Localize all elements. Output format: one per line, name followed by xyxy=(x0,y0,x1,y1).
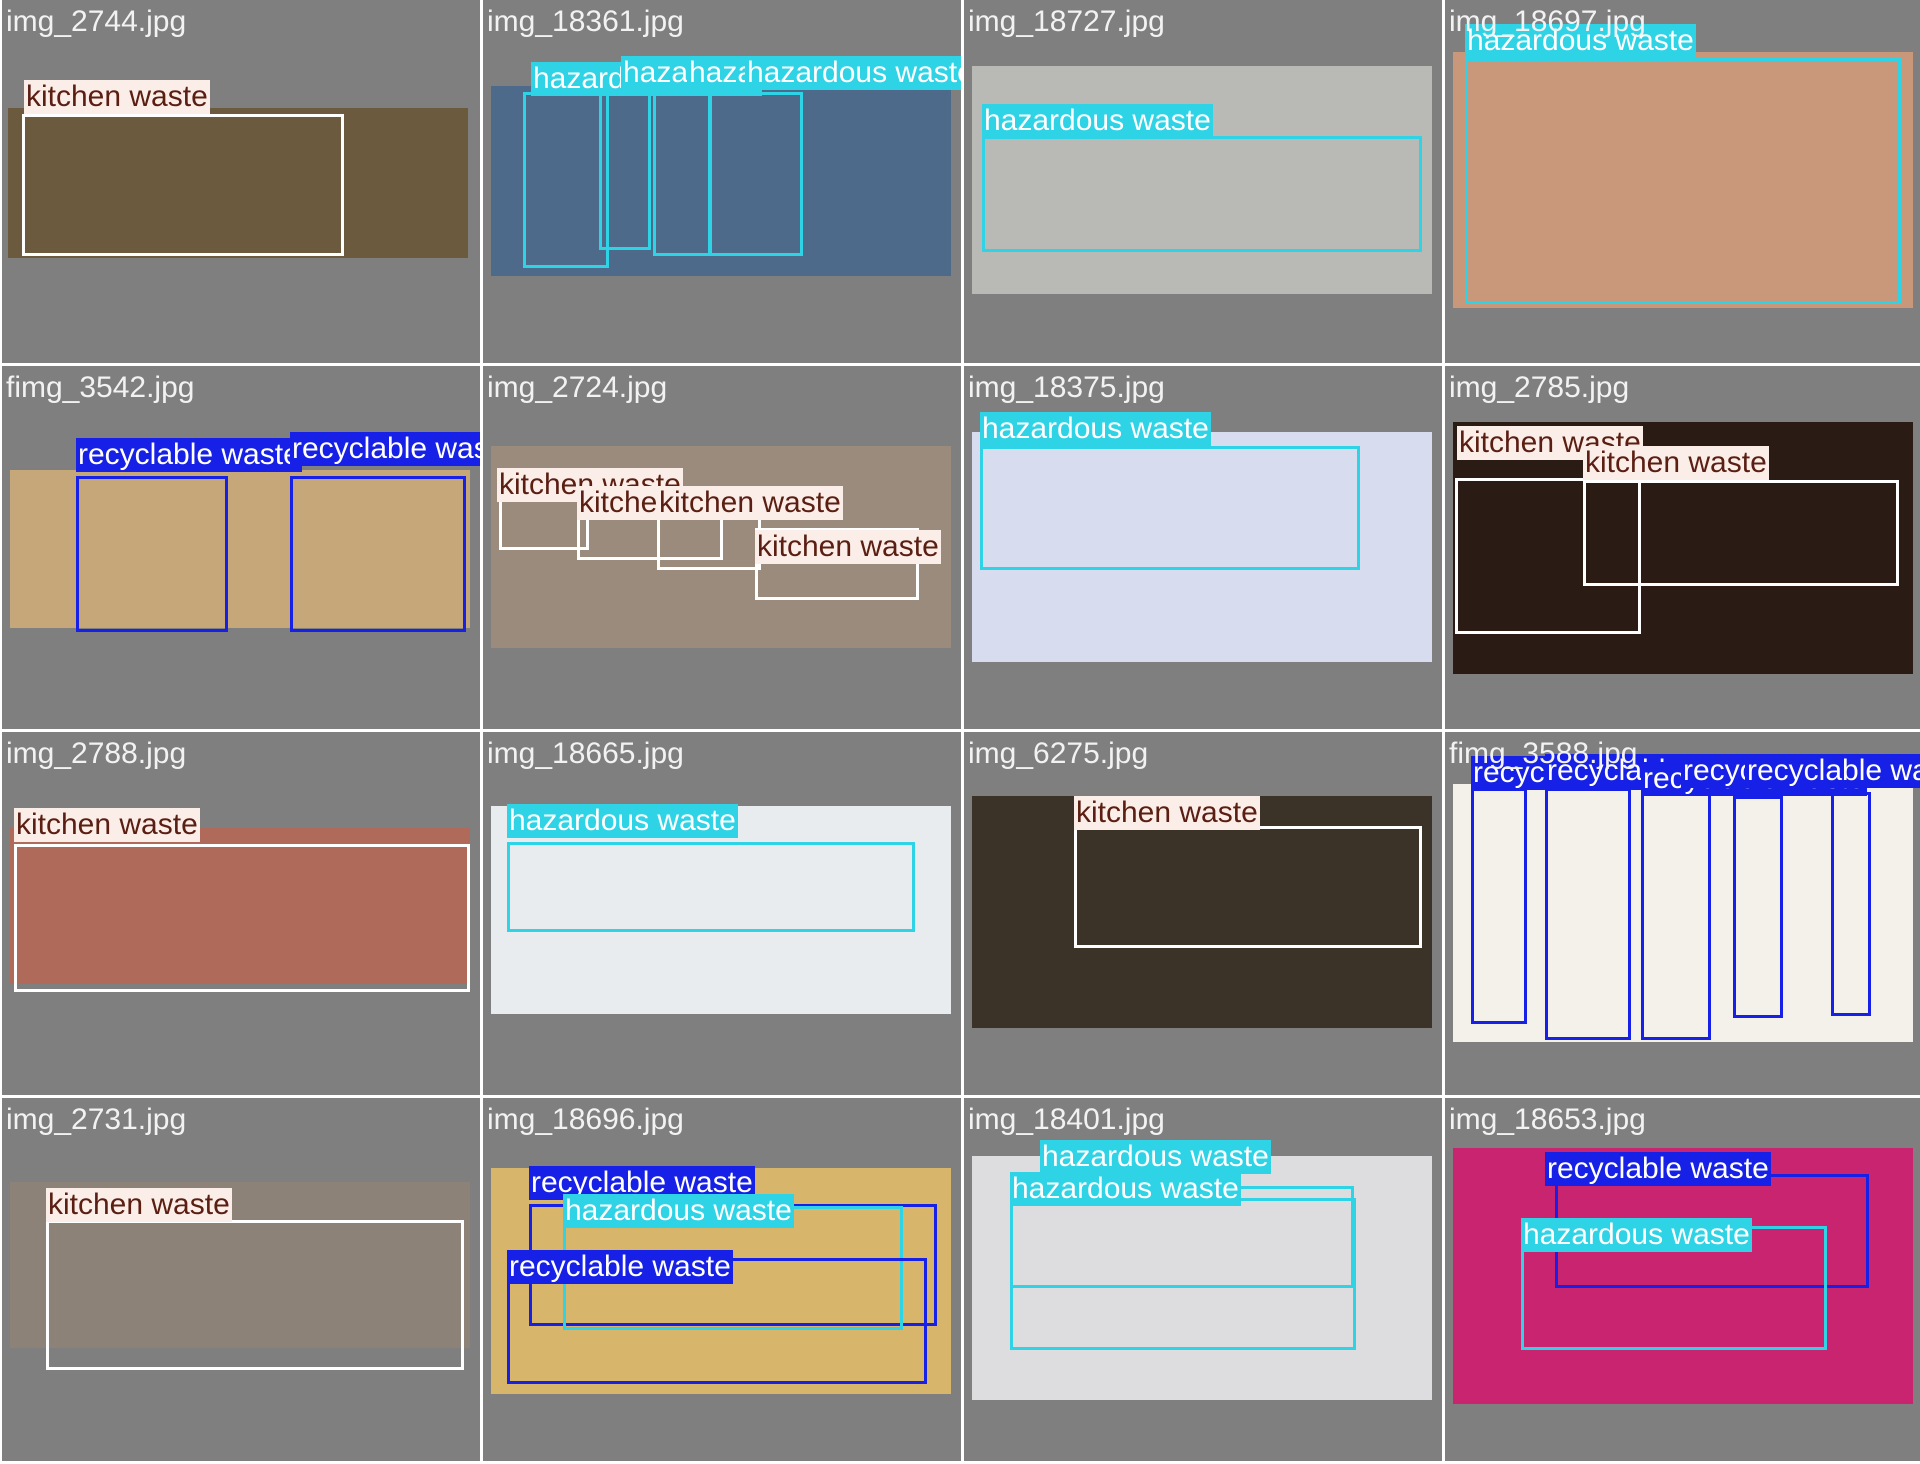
detection-box xyxy=(599,92,651,250)
result-tile: kitchen waste img_2744.jpg xyxy=(2,0,480,363)
tile-filename: img_18361.jpg xyxy=(487,5,684,38)
detection-box xyxy=(1831,792,1871,1016)
result-tile: recyclable waste hazardous waste recyclabl… xyxy=(483,1098,961,1461)
result-tile: recyclable wasterecyclable wasterecyclab… xyxy=(1445,732,1920,1095)
detection-box xyxy=(22,114,344,256)
detection-label: recyclable waste xyxy=(76,438,302,472)
detection-label: hazardous waste xyxy=(563,1194,794,1228)
result-tile: kitchen waste img_6275.jpg xyxy=(964,732,1442,1095)
detection-label: kitchen waste xyxy=(657,486,843,520)
result-tile: recyclable wasterecyclable waste fimg_354… xyxy=(2,366,480,729)
detection-label: hazardous waste xyxy=(507,804,738,838)
result-tile: hazardous waste img_18375.jpg xyxy=(964,366,1442,729)
detection-box xyxy=(1074,826,1422,948)
detection-label: recyclable waste xyxy=(1545,1152,1771,1186)
detection-box xyxy=(982,136,1422,252)
detection-box xyxy=(290,476,466,632)
detection-label: kitchen waste xyxy=(46,1188,232,1222)
detection-label: kitchen waste xyxy=(24,80,210,114)
detection-label: hazardous waste xyxy=(1521,1218,1752,1252)
detection-box xyxy=(1733,796,1783,1018)
tile-filename: fimg_3588.jpg xyxy=(1449,737,1638,770)
tile-filename: img_2788.jpg xyxy=(6,737,187,770)
detection-label: hazardous waste xyxy=(745,56,961,90)
result-tile: hazardous waste img_18697.jpg xyxy=(1445,0,1920,363)
tile-filename: img_2724.jpg xyxy=(487,371,668,404)
detection-box xyxy=(1465,58,1901,304)
tile-filename: img_18696.jpg xyxy=(487,1103,684,1136)
result-tile: kitchen waste kitchen waste img_2785.jpg xyxy=(1445,366,1920,729)
detection-box xyxy=(507,842,915,932)
tile-filename: img_18375.jpg xyxy=(968,371,1165,404)
tile-filename: fimg_3542.jpg xyxy=(6,371,195,404)
detection-grid: kitchen waste img_2744.jpg hazardous waste… xyxy=(0,0,1920,1464)
detection-label: hazardous waste xyxy=(980,412,1211,446)
result-tile: kitchen wastekitchen wastekitchen wastek… xyxy=(483,366,961,729)
detection-label: kitchen waste xyxy=(14,808,200,842)
detection-box xyxy=(46,1220,464,1370)
detection-label: recyclable waste xyxy=(290,432,480,466)
tile-filename: img_18653.jpg xyxy=(1449,1103,1646,1136)
result-tile: recyclable waste hazardous waste img_18653… xyxy=(1445,1098,1920,1461)
detection-box xyxy=(709,92,803,256)
detection-box xyxy=(14,844,470,992)
detection-box xyxy=(980,446,1360,570)
result-tile: hazardous waste img_18665.jpg xyxy=(483,732,961,1095)
tile-filename: img_2785.jpg xyxy=(1449,371,1630,404)
detection-box xyxy=(1471,788,1527,1024)
detection-box xyxy=(76,476,228,632)
tile-filename: img_2731.jpg xyxy=(6,1103,187,1136)
result-tile: hazardous waste hazardous waste img_18401.… xyxy=(964,1098,1442,1461)
detection-label: kitchen waste xyxy=(755,530,941,564)
result-tile: hazardous waste img_18727.jpg xyxy=(964,0,1442,363)
detection-label: hazardous waste xyxy=(982,104,1213,138)
tile-filename: img_18665.jpg xyxy=(487,737,684,770)
detection-label: recyclable waste xyxy=(507,1250,733,1284)
result-tile: hazardous wastehazardous wastehazardous … xyxy=(483,0,961,363)
detection-label: recyclable waste xyxy=(1745,754,1920,788)
detection-box xyxy=(653,92,711,256)
detection-label: kitchen waste xyxy=(1074,796,1260,830)
tile-filename: img_18401.jpg xyxy=(968,1103,1165,1136)
tile-filename: img_18727.jpg xyxy=(968,5,1165,38)
result-tile: kitchen waste img_2731.jpg xyxy=(2,1098,480,1461)
detection-label: hazardous waste xyxy=(1010,1172,1241,1206)
detection-label: kitchen waste xyxy=(1583,446,1769,480)
detection-label: hazardous waste xyxy=(1040,1140,1271,1174)
detection-box xyxy=(1010,1198,1356,1350)
detection-box xyxy=(1641,788,1711,1040)
tile-filename: img_2744.jpg xyxy=(6,5,187,38)
tile-filename: img_6275.jpg xyxy=(968,737,1149,770)
detection-box xyxy=(1545,788,1631,1040)
result-tile: kitchen waste img_2788.jpg xyxy=(2,732,480,1095)
tile-filename: img_18697.jpg xyxy=(1449,5,1646,38)
detection-box xyxy=(523,92,609,268)
detection-box xyxy=(1583,480,1899,586)
